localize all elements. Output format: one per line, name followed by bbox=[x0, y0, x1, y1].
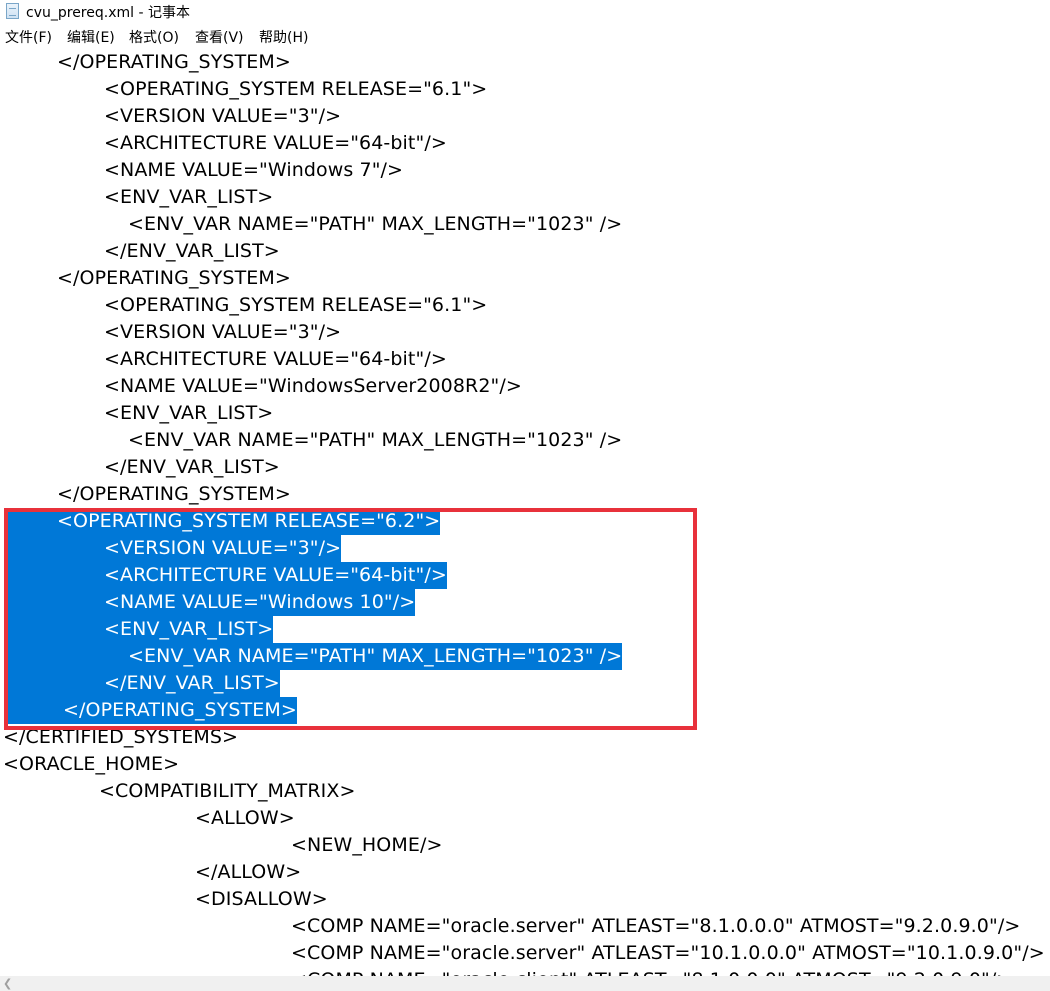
code-line: <ENV_VAR NAME="PATH" MAX_LENGTH="1023" /… bbox=[128, 213, 623, 235]
code-line: <DISALLOW> bbox=[195, 888, 328, 910]
notepad-icon bbox=[6, 3, 19, 19]
code-line: <NEW_HOME/> bbox=[291, 834, 443, 856]
menu-format[interactable]: 格式(O) bbox=[129, 27, 179, 47]
title-bar: cvu_prereq.xml - 记事本 bbox=[0, 0, 1050, 22]
code-line: <VERSION VALUE="3"/> bbox=[104, 321, 342, 343]
code-line: </OPERATING_SYSTEM> bbox=[57, 267, 291, 289]
code-line: <ENV_VAR_LIST> bbox=[104, 186, 274, 208]
code-line: <NAME VALUE="Windows 7"/> bbox=[104, 159, 404, 181]
code-line: <COMPATIBILITY_MATRIX> bbox=[99, 780, 356, 802]
code-line: </ALLOW> bbox=[195, 861, 302, 883]
selected-line: </ENV_VAR_LIST> bbox=[8, 670, 280, 697]
code-line: </ENV_VAR_LIST> bbox=[104, 240, 280, 262]
code-line: <ENV_VAR_LIST> bbox=[104, 402, 274, 424]
code-line: <NAME VALUE="WindowsServer2008R2"/> bbox=[104, 375, 522, 397]
code-line: </ENV_VAR_LIST> bbox=[104, 456, 280, 478]
menu-edit[interactable]: 编辑(E) bbox=[67, 27, 115, 47]
code-line: <ENV_VAR NAME="PATH" MAX_LENGTH="1023" /… bbox=[128, 429, 623, 451]
code-line: <ARCHITECTURE VALUE="64-bit"/> bbox=[104, 132, 447, 154]
menu-view[interactable]: 查看(V) bbox=[195, 27, 244, 47]
code-line: <COMP NAME="oracle.client" ATLEAST="8.1.… bbox=[291, 967, 1012, 976]
menu-bar: 文件(F) 编辑(E) 格式(O) 查看(V) 帮助(H) bbox=[0, 25, 1050, 47]
selected-line: </OPERATING_SYSTEM> bbox=[8, 697, 297, 724]
code-line: </CERTIFIED_SYSTEMS> bbox=[3, 726, 239, 748]
scroll-left-arrow-icon[interactable]: ❮ bbox=[3, 977, 12, 990]
menu-file[interactable]: 文件(F) bbox=[5, 27, 52, 47]
code-line: <ARCHITECTURE VALUE="64-bit"/> bbox=[104, 348, 447, 370]
selected-line: <ENV_VAR_LIST> bbox=[8, 616, 274, 643]
code-line: <ALLOW> bbox=[195, 807, 295, 829]
code-line: <VERSION VALUE="3"/> bbox=[104, 105, 342, 127]
code-line: <ORACLE_HOME> bbox=[3, 753, 180, 775]
selected-line: <ENV_VAR NAME="PATH" MAX_LENGTH="1023" /… bbox=[8, 643, 623, 670]
selected-line: <NAME VALUE="Windows 10"/> bbox=[8, 589, 416, 616]
code-line: </OPERATING_SYSTEM> bbox=[57, 51, 291, 73]
code-line: <COMP NAME="oracle.server" ATLEAST="10.1… bbox=[291, 942, 1045, 964]
text-editor-area[interactable]: </OPERATING_SYSTEM> <OPERATING_SYSTEM RE… bbox=[0, 48, 1050, 976]
code-line: <OPERATING_SYSTEM RELEASE="6.1"> bbox=[104, 294, 488, 316]
code-line: </OPERATING_SYSTEM> bbox=[57, 483, 291, 505]
horizontal-scrollbar[interactable]: ❮ bbox=[0, 976, 1050, 991]
code-line: <OPERATING_SYSTEM RELEASE="6.1"> bbox=[104, 78, 488, 100]
window-title: cvu_prereq.xml - 记事本 bbox=[26, 5, 190, 21]
selected-line: <OPERATING_SYSTEM RELEASE="6.2"> bbox=[8, 508, 441, 535]
selected-line: <VERSION VALUE="3"/> bbox=[8, 535, 342, 562]
menu-help[interactable]: 帮助(H) bbox=[259, 27, 308, 47]
selected-line: <ARCHITECTURE VALUE="64-bit"/> bbox=[8, 562, 447, 589]
code-line: <COMP NAME="oracle.server" ATLEAST="8.1.… bbox=[291, 915, 1021, 937]
